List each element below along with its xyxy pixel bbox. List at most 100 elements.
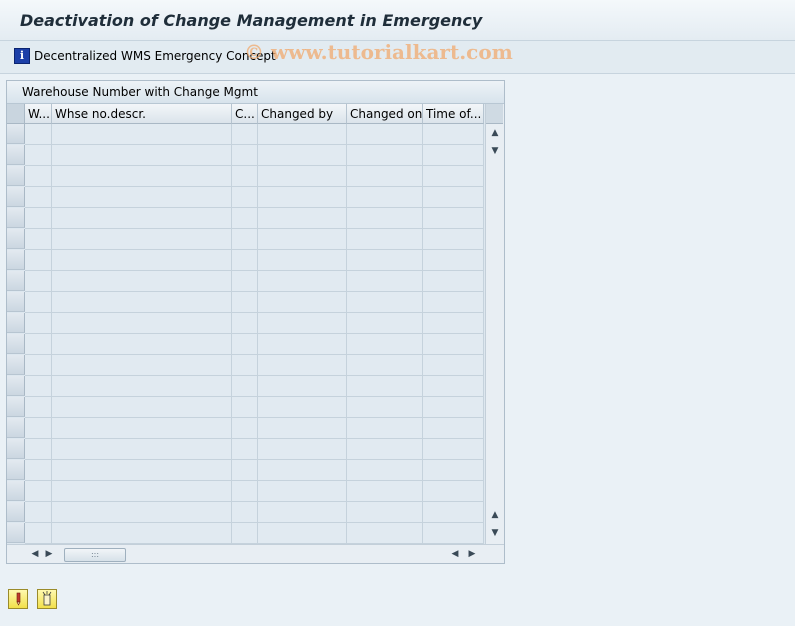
table-cell[interactable] [258, 145, 347, 166]
table-cell[interactable] [347, 124, 423, 145]
table-cell[interactable] [25, 313, 52, 334]
table-cell[interactable] [25, 208, 52, 229]
horizontal-scroll-thumb[interactable]: ::: [64, 548, 126, 562]
table-cell[interactable] [232, 397, 258, 418]
row-selector[interactable] [7, 145, 25, 165]
column-header-whse-description[interactable]: Whse no.descr. [52, 104, 232, 124]
table-cell[interactable] [347, 271, 423, 292]
row-selector[interactable] [7, 166, 25, 186]
table-cell[interactable] [232, 292, 258, 313]
scroll-page-up-arrow-icon[interactable]: ▲ [488, 508, 502, 522]
table-cell[interactable] [347, 481, 423, 502]
table-cell[interactable] [423, 502, 484, 523]
row-selector[interactable] [7, 481, 25, 501]
table-cell[interactable] [347, 250, 423, 271]
row-selector[interactable] [7, 187, 25, 207]
table-cell[interactable] [52, 460, 232, 481]
vertical-scrollbar[interactable]: ▲ ▼ ▲ ▼ [485, 104, 504, 544]
row-selector[interactable] [7, 250, 25, 270]
table-cell[interactable] [52, 124, 232, 145]
table-cell[interactable] [52, 376, 232, 397]
table-cell[interactable] [347, 397, 423, 418]
scroll-up-arrow-icon[interactable]: ▲ [488, 126, 502, 140]
table-cell[interactable] [423, 523, 484, 544]
table-cell[interactable] [423, 334, 484, 355]
table-cell[interactable] [258, 250, 347, 271]
table-cell[interactable] [423, 355, 484, 376]
table-cell[interactable] [52, 418, 232, 439]
table-cell[interactable] [347, 376, 423, 397]
table-cell[interactable] [52, 145, 232, 166]
table-cell[interactable] [258, 376, 347, 397]
table-cell[interactable] [423, 313, 484, 334]
table-cell[interactable] [423, 439, 484, 460]
table-cell[interactable] [232, 313, 258, 334]
table-cell[interactable] [258, 418, 347, 439]
table-cell[interactable] [258, 208, 347, 229]
table-cell[interactable] [52, 481, 232, 502]
column-header-warehouse[interactable]: W... [25, 104, 52, 124]
scroll-far-left-arrow-icon[interactable]: ◀ [448, 547, 462, 561]
column-header-time-of-change[interactable]: Time of... [423, 104, 484, 124]
table-cell[interactable] [232, 523, 258, 544]
table-cell[interactable] [52, 502, 232, 523]
table-cell[interactable] [52, 187, 232, 208]
activate-button[interactable] [8, 589, 28, 609]
row-selector[interactable] [7, 229, 25, 249]
table-cell[interactable] [232, 250, 258, 271]
row-selector[interactable] [7, 376, 25, 396]
table-cell[interactable] [347, 418, 423, 439]
table-cell[interactable] [258, 334, 347, 355]
table-cell[interactable] [25, 124, 52, 145]
table-cell[interactable] [25, 439, 52, 460]
row-selector[interactable] [7, 271, 25, 291]
table-cell[interactable] [258, 271, 347, 292]
table-cell[interactable] [423, 187, 484, 208]
table-cell[interactable] [25, 292, 52, 313]
row-selector[interactable] [7, 502, 25, 522]
table-cell[interactable] [232, 481, 258, 502]
table-cell[interactable] [258, 166, 347, 187]
table-cell[interactable] [25, 397, 52, 418]
row-selector[interactable] [7, 124, 25, 144]
table-cell[interactable] [232, 439, 258, 460]
table-cell[interactable] [347, 145, 423, 166]
horizontal-scrollbar[interactable]: ◀ ▶ ::: ◀ ▶ [7, 544, 504, 563]
table-cell[interactable] [52, 334, 232, 355]
table-cell[interactable] [423, 208, 484, 229]
table-cell[interactable] [232, 124, 258, 145]
table-cell[interactable] [347, 523, 423, 544]
table-cell[interactable] [258, 355, 347, 376]
table-cell[interactable] [25, 166, 52, 187]
table-cell[interactable] [347, 208, 423, 229]
table-cell[interactable] [232, 187, 258, 208]
table-cell[interactable] [25, 250, 52, 271]
table-cell[interactable] [232, 502, 258, 523]
scroll-right-arrow-icon[interactable]: ▶ [42, 547, 56, 561]
table-cell[interactable] [258, 124, 347, 145]
column-settings-corner[interactable] [486, 104, 503, 124]
table-cell[interactable] [423, 481, 484, 502]
table-cell[interactable] [25, 187, 52, 208]
table-cell[interactable] [423, 292, 484, 313]
scroll-down-arrow-icon[interactable]: ▼ [488, 144, 502, 158]
column-header-changed-by[interactable]: Changed by [258, 104, 347, 124]
row-selector[interactable] [7, 334, 25, 354]
row-selector[interactable] [7, 439, 25, 459]
table-cell[interactable] [25, 271, 52, 292]
table-cell[interactable] [258, 229, 347, 250]
table-cell[interactable] [52, 271, 232, 292]
table-cell[interactable] [258, 481, 347, 502]
table-cell[interactable] [52, 208, 232, 229]
scroll-far-right-arrow-icon[interactable]: ▶ [465, 547, 479, 561]
table-cell[interactable] [347, 229, 423, 250]
table-cell[interactable] [347, 334, 423, 355]
table-cell[interactable] [258, 313, 347, 334]
table-cell[interactable] [25, 502, 52, 523]
table-cell[interactable] [423, 418, 484, 439]
table-cell[interactable] [232, 145, 258, 166]
table-cell[interactable] [423, 124, 484, 145]
table-cell[interactable] [232, 418, 258, 439]
table-cell[interactable] [52, 439, 232, 460]
table-cell[interactable] [25, 460, 52, 481]
